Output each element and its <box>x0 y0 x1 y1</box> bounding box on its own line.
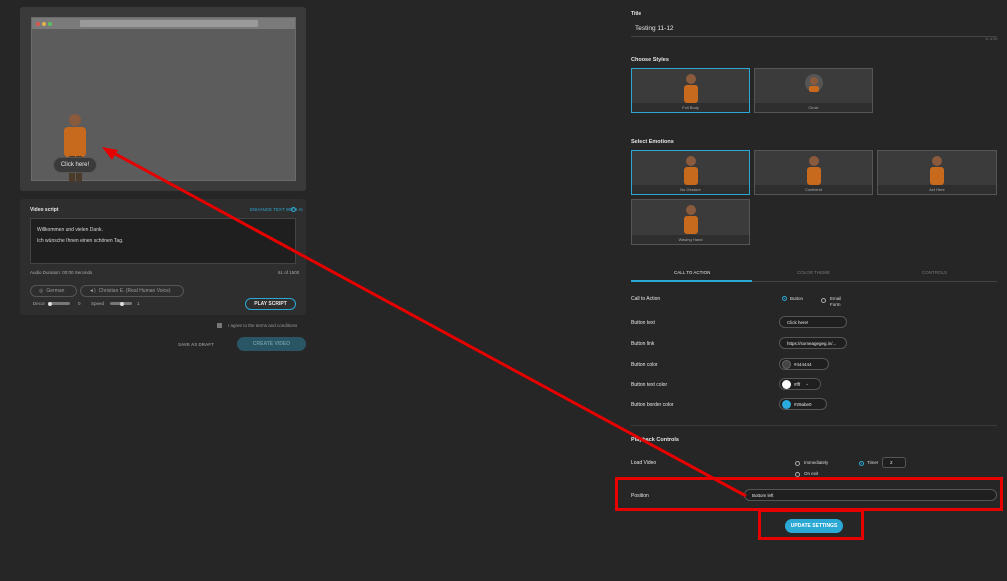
annotation-arrow <box>102 147 747 498</box>
